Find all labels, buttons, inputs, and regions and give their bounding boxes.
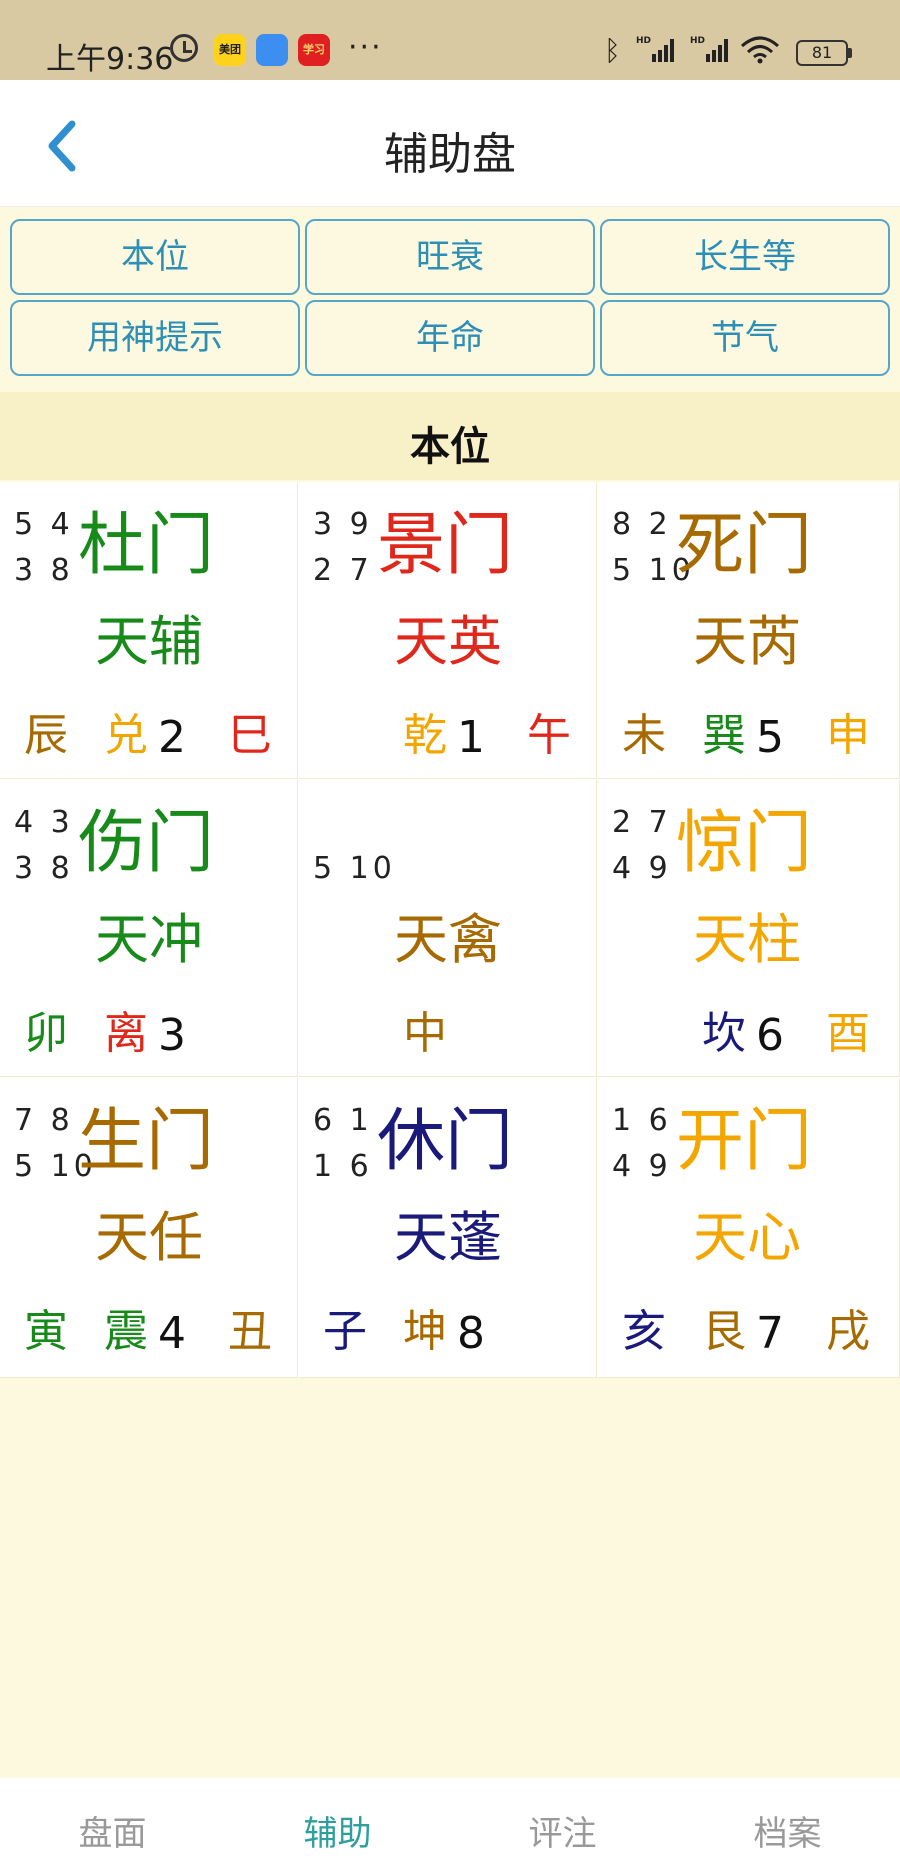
branch-right: 丑 [228, 1306, 272, 1357]
status-bar: 上午9:36 美团 学习 ··· ᛒ HD HD 81 [0, 0, 900, 80]
cell-numbers: 4 3 3 8 [14, 805, 74, 886]
palace-number: 5 [756, 712, 784, 763]
palace-number: 8 [457, 1308, 485, 1359]
section-title: 本位 [410, 424, 490, 470]
palace-cell: 7 8 5 10 生门 天任 寅 震 4 丑 [0, 1078, 298, 1378]
branch-right: 酉 [826, 1008, 870, 1059]
branch-right: 申 [826, 710, 870, 761]
star-label: 天冲 [95, 908, 203, 971]
more-notifications-icon: ··· [348, 30, 383, 65]
page-title: 辅助盘 [384, 129, 516, 180]
palace-cell: 2 7 4 9 惊门 天柱 坎 6 酉 [598, 780, 900, 1077]
nianming-button[interactable]: 年命 [305, 300, 595, 376]
star-label: 天任 [95, 1206, 203, 1269]
palace-number: 7 [756, 1308, 784, 1359]
palace-number: 3 [158, 1010, 186, 1061]
cell-numbers: 5 4 3 8 [14, 507, 74, 588]
jieqi-button[interactable]: 节气 [600, 300, 890, 376]
palace-cell: 8 2 5 10 死门 天芮 未 巽 5 申 [598, 482, 900, 779]
branch-left: 卯 [24, 1008, 68, 1059]
chat-app-icon [256, 34, 288, 66]
battery-icon: 81 [796, 40, 852, 66]
gate-label: 景门 [377, 506, 514, 585]
alarm-icon [170, 34, 198, 62]
palace-grid: 5 4 3 8 杜门 天辅 辰 兑 2 巳 3 9 2 7 景门 天英 乾 1 … [0, 482, 900, 1378]
trigram-label: 坤 [403, 1306, 447, 1357]
nav-pingzhu[interactable]: 评注 [450, 1806, 675, 1855]
palace-cell: 6 1 1 6 休门 天蓬 子 坤 8 [299, 1078, 597, 1378]
star-label: 天柱 [693, 908, 801, 971]
cell-numbers: 5 10 [313, 851, 396, 886]
status-time: 上午9:36 [46, 42, 174, 77]
nav-fuzhu[interactable]: 辅助 [225, 1806, 450, 1855]
wifi-icon [741, 36, 779, 64]
gate-label: 死门 [676, 506, 813, 585]
star-label: 天英 [394, 610, 502, 673]
palace-cell: 5 4 3 8 杜门 天辅 辰 兑 2 巳 [0, 482, 298, 779]
gate-label: 生门 [78, 1102, 215, 1181]
cell-numbers: 2 7 4 9 [612, 805, 672, 886]
signal-icon: HD [690, 36, 728, 62]
gate-label: 伤门 [78, 804, 215, 883]
star-label: 天心 [693, 1206, 801, 1269]
palace-cell: 1 6 4 9 开门 天心 亥 艮 7 戌 [598, 1078, 900, 1378]
bottom-nav: 盘面 辅助 评注 档案 [0, 1778, 900, 1867]
trigram-label: 震 [104, 1306, 148, 1357]
study-app-icon: 学习 [298, 34, 330, 66]
svg-text:HD: HD [636, 36, 651, 46]
benwei-button[interactable]: 本位 [10, 219, 300, 295]
palace-number: 6 [756, 1010, 784, 1061]
signal-icon: HD [636, 36, 674, 62]
cell-numbers: 1 6 4 9 [612, 1103, 672, 1184]
gate-label: 杜门 [78, 506, 215, 585]
palace-cell: 3 9 2 7 景门 天英 乾 1 午 [299, 482, 597, 779]
branch-left: 亥 [622, 1306, 666, 1357]
branch-right: 戌 [826, 1306, 870, 1357]
palace-cell: 4 3 3 8 伤门 天冲 卯 离 3 [0, 780, 298, 1077]
branch-left: 辰 [24, 710, 68, 761]
nav-dangan[interactable]: 档案 [675, 1806, 900, 1855]
section-header: 本位 [0, 392, 900, 480]
gate-label: 开门 [676, 1102, 813, 1181]
star-label: 天蓬 [394, 1206, 502, 1269]
trigram-label: 艮 [702, 1306, 746, 1357]
wangshuai-button[interactable]: 旺衰 [305, 219, 595, 295]
app-header: 辅助盘 [0, 80, 900, 207]
branch-right: 巳 [228, 710, 272, 761]
trigram-label: 中 [403, 1008, 447, 1059]
branch-left: 未 [622, 710, 666, 761]
palace-cell: 5 10 天禽 中 [299, 780, 597, 1077]
trigram-label: 乾 [403, 710, 447, 761]
yongshen-hint-button[interactable]: 用神提示 [10, 300, 300, 376]
svg-text:HD: HD [690, 36, 705, 46]
branch-left: 寅 [24, 1306, 68, 1357]
star-label: 天芮 [693, 610, 801, 673]
meituan-app-icon: 美团 [214, 34, 246, 66]
branch-left: 子 [323, 1306, 367, 1357]
nav-panmian[interactable]: 盘面 [0, 1806, 225, 1855]
palace-number: 2 [158, 712, 186, 763]
gate-label: 休门 [377, 1102, 514, 1181]
star-label: 天禽 [394, 908, 502, 971]
cell-numbers: 3 9 2 7 [313, 507, 373, 588]
trigram-label: 巽 [702, 710, 746, 761]
star-label: 天辅 [95, 610, 203, 673]
trigram-label: 兑 [104, 710, 148, 761]
trigram-label: 离 [104, 1008, 148, 1059]
palace-number: 4 [158, 1308, 186, 1359]
cell-numbers: 6 1 1 6 [313, 1103, 373, 1184]
branch-right: 午 [527, 710, 571, 761]
palace-number: 1 [457, 712, 485, 763]
trigram-label: 坎 [702, 1008, 746, 1059]
changsheng-button[interactable]: 长生等 [600, 219, 890, 295]
bluetooth-icon: ᛒ [604, 34, 621, 67]
gate-label: 惊门 [676, 804, 813, 883]
